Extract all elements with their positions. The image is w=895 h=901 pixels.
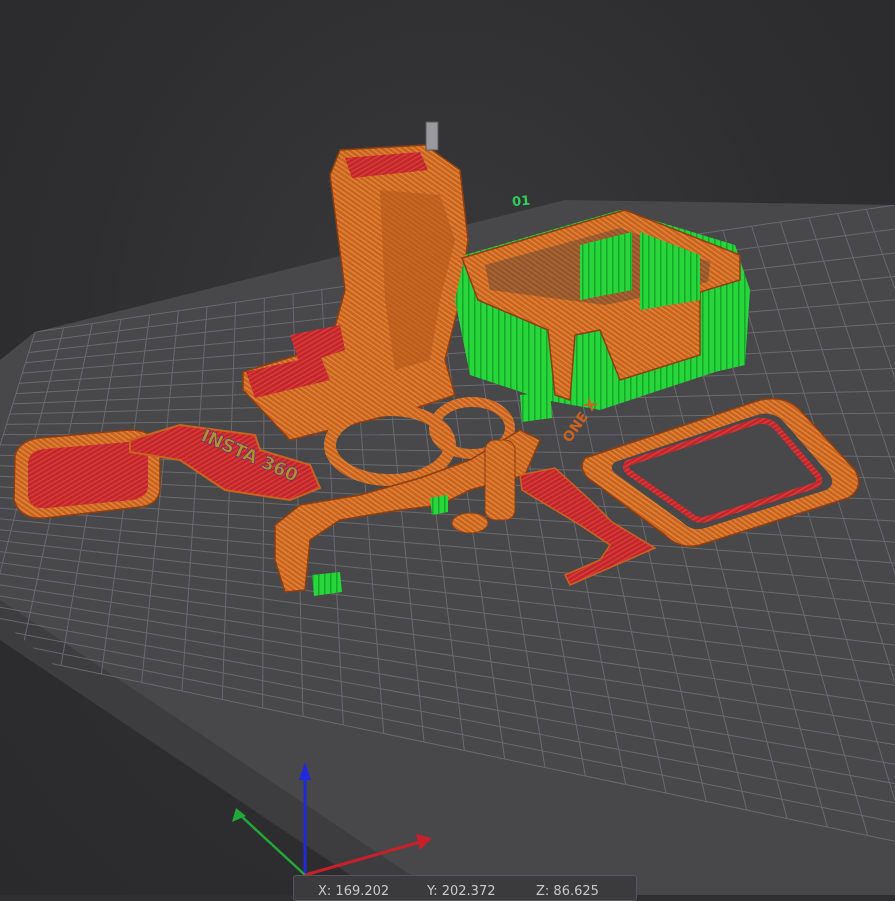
plate-number-label: 01 — [512, 194, 531, 211]
coord-x: X: 169.202 — [318, 884, 389, 899]
3d-viewport[interactable]: 01 INSTA 360 — [0, 0, 895, 895]
coord-z: Z: 86.625 — [536, 884, 599, 899]
build-plate-scene[interactable]: 01 INSTA 360 — [0, 0, 895, 895]
coordinate-readout: X: 169.202 Y: 202.372 Z: 86.625 — [293, 875, 637, 901]
coord-y: Y: 202.372 — [427, 884, 496, 899]
